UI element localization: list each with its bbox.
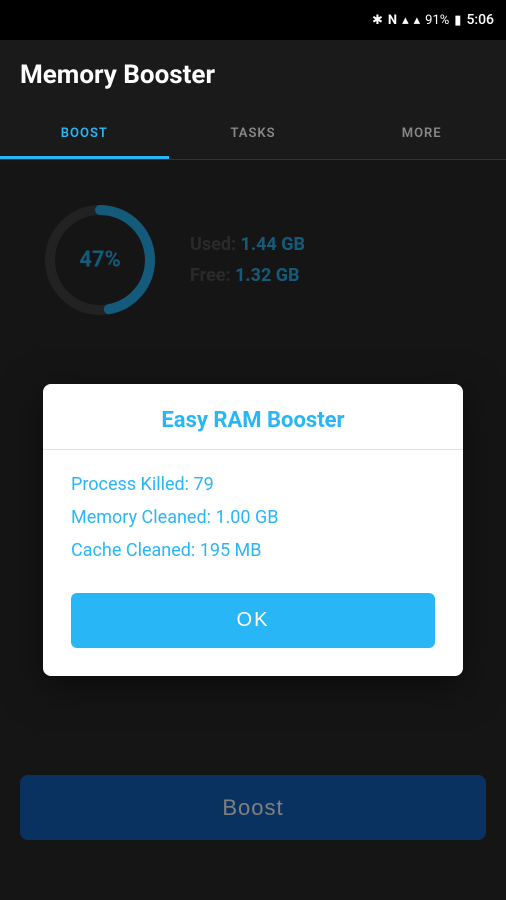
main-content: 47% Used: 1.44 GB Free: 1.32 GB Boost Ea… <box>0 160 506 900</box>
dialog-title: Easy RAM Booster <box>43 384 463 449</box>
tab-bar: BOOST TASKS MORE <box>0 110 506 160</box>
tab-boost[interactable]: BOOST <box>0 110 169 159</box>
status-bar: ✱ N ▴ ▴ 91% ▮ 5:06 <box>0 0 506 40</box>
tab-more[interactable]: MORE <box>337 110 506 159</box>
network-n-icon: N <box>388 13 397 28</box>
dialog-body: Process Killed: 79 Memory Cleaned: 1.00 … <box>43 450 463 585</box>
dialog-stat-process: Process Killed: 79 <box>71 474 435 495</box>
status-icons: ✱ N ▴ ▴ 91% ▮ 5:06 <box>372 12 494 28</box>
battery-label: 91% <box>425 13 449 28</box>
bluetooth-icon: ✱ <box>372 13 383 28</box>
status-time: 5:06 <box>466 12 494 28</box>
app-header: Memory Booster <box>0 40 506 110</box>
dialog-ok-button[interactable]: OK <box>71 593 435 648</box>
wifi-icon: ▴ <box>402 13 409 28</box>
dialog-overlay: Easy RAM Booster Process Killed: 79 Memo… <box>0 160 506 900</box>
dialog: Easy RAM Booster Process Killed: 79 Memo… <box>43 384 463 676</box>
dialog-stat-memory: Memory Cleaned: 1.00 GB <box>71 507 435 528</box>
dialog-stat-cache: Cache Cleaned: 195 MB <box>71 540 435 561</box>
battery-icon: ▮ <box>454 13 461 28</box>
tab-tasks[interactable]: TASKS <box>169 110 338 159</box>
signal-icon: ▴ <box>414 13 421 28</box>
app-title: Memory Booster <box>20 60 215 90</box>
